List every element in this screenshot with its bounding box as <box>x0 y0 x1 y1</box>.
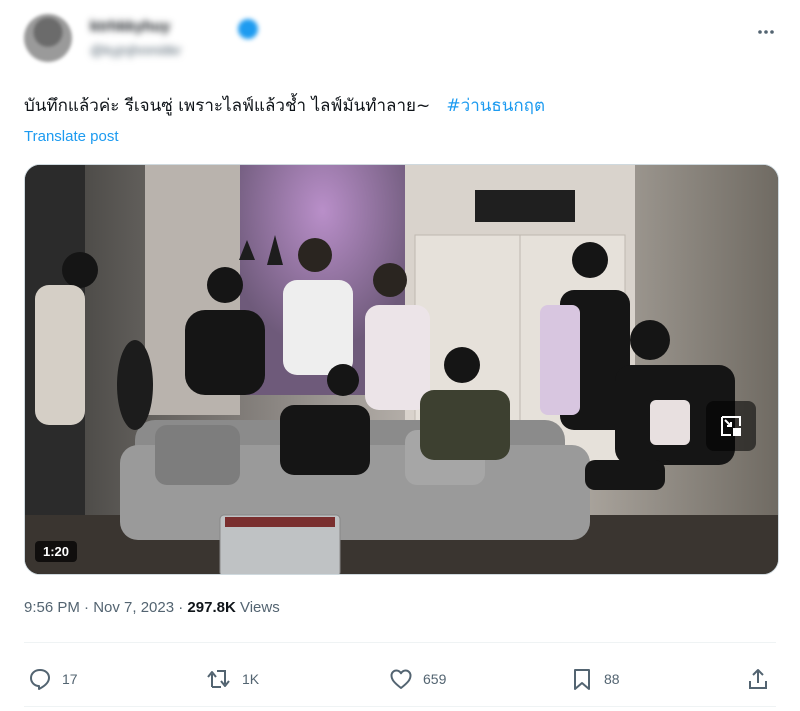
translate-post-link[interactable]: Translate post <box>24 128 119 145</box>
bookmark-button[interactable]: 88 <box>570 662 620 696</box>
repost-icon <box>207 670 230 688</box>
post-body: บันทึกแล้วค่ะ รีเจนซู่ เพราะไลฟ์แล้วช้ำ … <box>24 96 431 116</box>
repost-button[interactable]: 1K <box>206 662 259 696</box>
views-count: 297.8K <box>187 599 236 616</box>
hashtag-link[interactable]: #ว่านธนกฤต <box>446 96 545 116</box>
views-label: Views <box>235 599 280 616</box>
pip-icon <box>721 416 741 436</box>
more-options-button[interactable] <box>754 20 778 44</box>
reply-icon <box>30 669 50 690</box>
bookmark-count: 88 <box>604 671 620 687</box>
verified-icon <box>238 19 258 39</box>
share-button[interactable] <box>746 662 780 696</box>
like-count: 659 <box>423 671 447 687</box>
reply-count: 17 <box>62 671 78 687</box>
action-bar: 17 1K 659 88 <box>24 662 776 696</box>
share-icon <box>749 669 767 689</box>
video-duration-badge: 1:20 <box>35 541 78 562</box>
post-metadata: 9:56 PM · Nov 7, 2023 · 297.8K Views <box>24 599 280 616</box>
video-frame <box>25 165 778 574</box>
tweet-post: ktrhkkyhuy @kyjnjhnmiitkr บันทึกแล้วค่ะ … <box>0 0 800 711</box>
more-icon <box>758 30 774 34</box>
bookmark-icon <box>574 669 590 690</box>
reply-button[interactable]: 17 <box>28 662 78 696</box>
repost-count: 1K <box>242 671 260 687</box>
like-icon <box>390 669 412 689</box>
author-handle[interactable]: @kyjnjhnmiitkr <box>90 42 181 58</box>
avatar[interactable] <box>24 14 72 62</box>
picture-in-picture-button[interactable] <box>706 401 756 451</box>
author-display-name[interactable]: ktrhkkyhuy <box>90 18 170 38</box>
divider <box>24 642 776 643</box>
post-timestamp[interactable]: 9:56 PM · Nov 7, 2023 · <box>24 599 187 616</box>
video-player[interactable]: 1:20 <box>24 164 779 575</box>
like-button[interactable]: 659 <box>389 662 446 696</box>
author-block: ktrhkkyhuy @kyjnjhnmiitkr <box>90 18 390 62</box>
post-text: บันทึกแล้วค่ะ รีเจนซู่ เพราะไลฟ์แล้วช้ำ … <box>24 94 774 118</box>
divider <box>24 706 776 707</box>
